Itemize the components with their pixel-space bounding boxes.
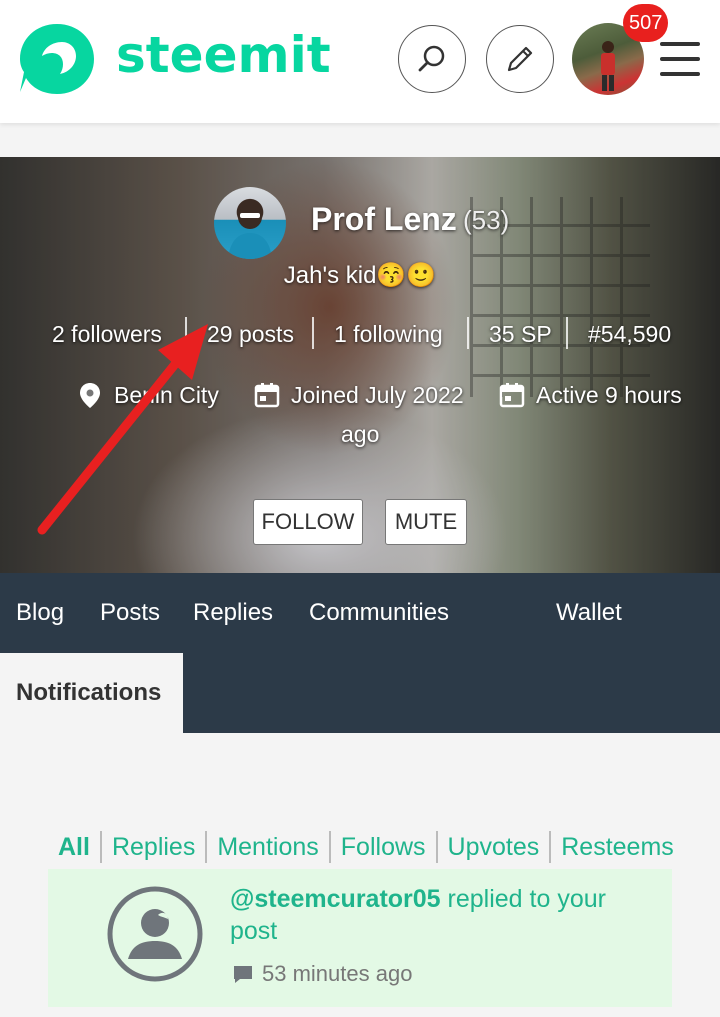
profile-name: Prof Lenz [311,201,457,237]
filter-replies[interactable]: Replies [112,833,195,862]
profile-photo-icon [228,205,272,259]
follow-button[interactable]: FOLLOW [253,499,363,545]
reputation-score: (53) [463,205,510,235]
tab-notifications[interactable]: Notifications [0,653,183,733]
comment-icon [234,966,252,983]
joined-date: Joined July 2022 [253,381,464,409]
filter-mentions[interactable]: Mentions [217,833,318,862]
rank: #54,590 [588,321,672,347]
tab-posts[interactable]: Posts [100,599,160,627]
joined-text: Joined July 2022 [291,381,464,408]
tab-blog[interactable]: Blog [16,599,64,627]
notification-filters: All Replies Mentions Follows Upvotes Res… [58,830,674,864]
notification-time: 53 minutes ago [230,961,412,987]
filter-resteems[interactable]: Resteems [561,833,674,862]
active-text-wrap: ago [341,421,380,447]
notification-time-text: 53 minutes ago [262,961,413,986]
notification-text[interactable]: @steemcurator05 replied to your post [230,883,650,947]
filter-follows[interactable]: Follows [341,833,426,862]
active-text: Active 9 hours [536,381,682,408]
annotation-arrow-icon [37,324,208,535]
top-header: steemit 507 [0,0,720,123]
tab-replies[interactable]: Replies [193,599,273,627]
profile-avatar[interactable] [214,187,286,259]
steemit-logo-icon[interactable] [18,20,96,98]
profile-about: Jah's kid😚🙂 [283,262,437,289]
following-count[interactable]: 1 following [334,321,443,348]
calendar-icon [499,383,525,408]
notification-item[interactable]: @steemcurator05 replied to your post 53 … [48,869,672,1007]
filter-all[interactable]: All [58,833,90,862]
divider [467,317,469,349]
notification-count-badge[interactable]: 507 [623,4,669,42]
profile-tabs: Blog Posts Replies Communities Wallet No… [0,573,720,733]
notification-user-link[interactable]: @steemcurator05 [230,885,441,913]
filter-upvotes[interactable]: Upvotes [448,833,540,862]
divider [566,317,568,349]
steem-power: 35 SP [489,321,552,347]
search-icon [418,45,445,72]
menu-icon[interactable] [660,42,700,76]
divider [312,317,314,349]
tab-communities[interactable]: Communities [309,599,449,627]
default-avatar-icon [107,886,203,982]
tab-notifications-label: Notifications [16,679,162,706]
logo-text[interactable]: steemit [116,26,331,84]
last-active: Active 9 hours [498,381,682,409]
pencil-icon [507,46,533,72]
tab-wallet[interactable]: Wallet [556,599,622,627]
search-button[interactable] [398,25,466,93]
write-post-button[interactable] [486,25,554,93]
calendar-icon [254,383,280,408]
mute-button[interactable]: MUTE [385,499,467,545]
